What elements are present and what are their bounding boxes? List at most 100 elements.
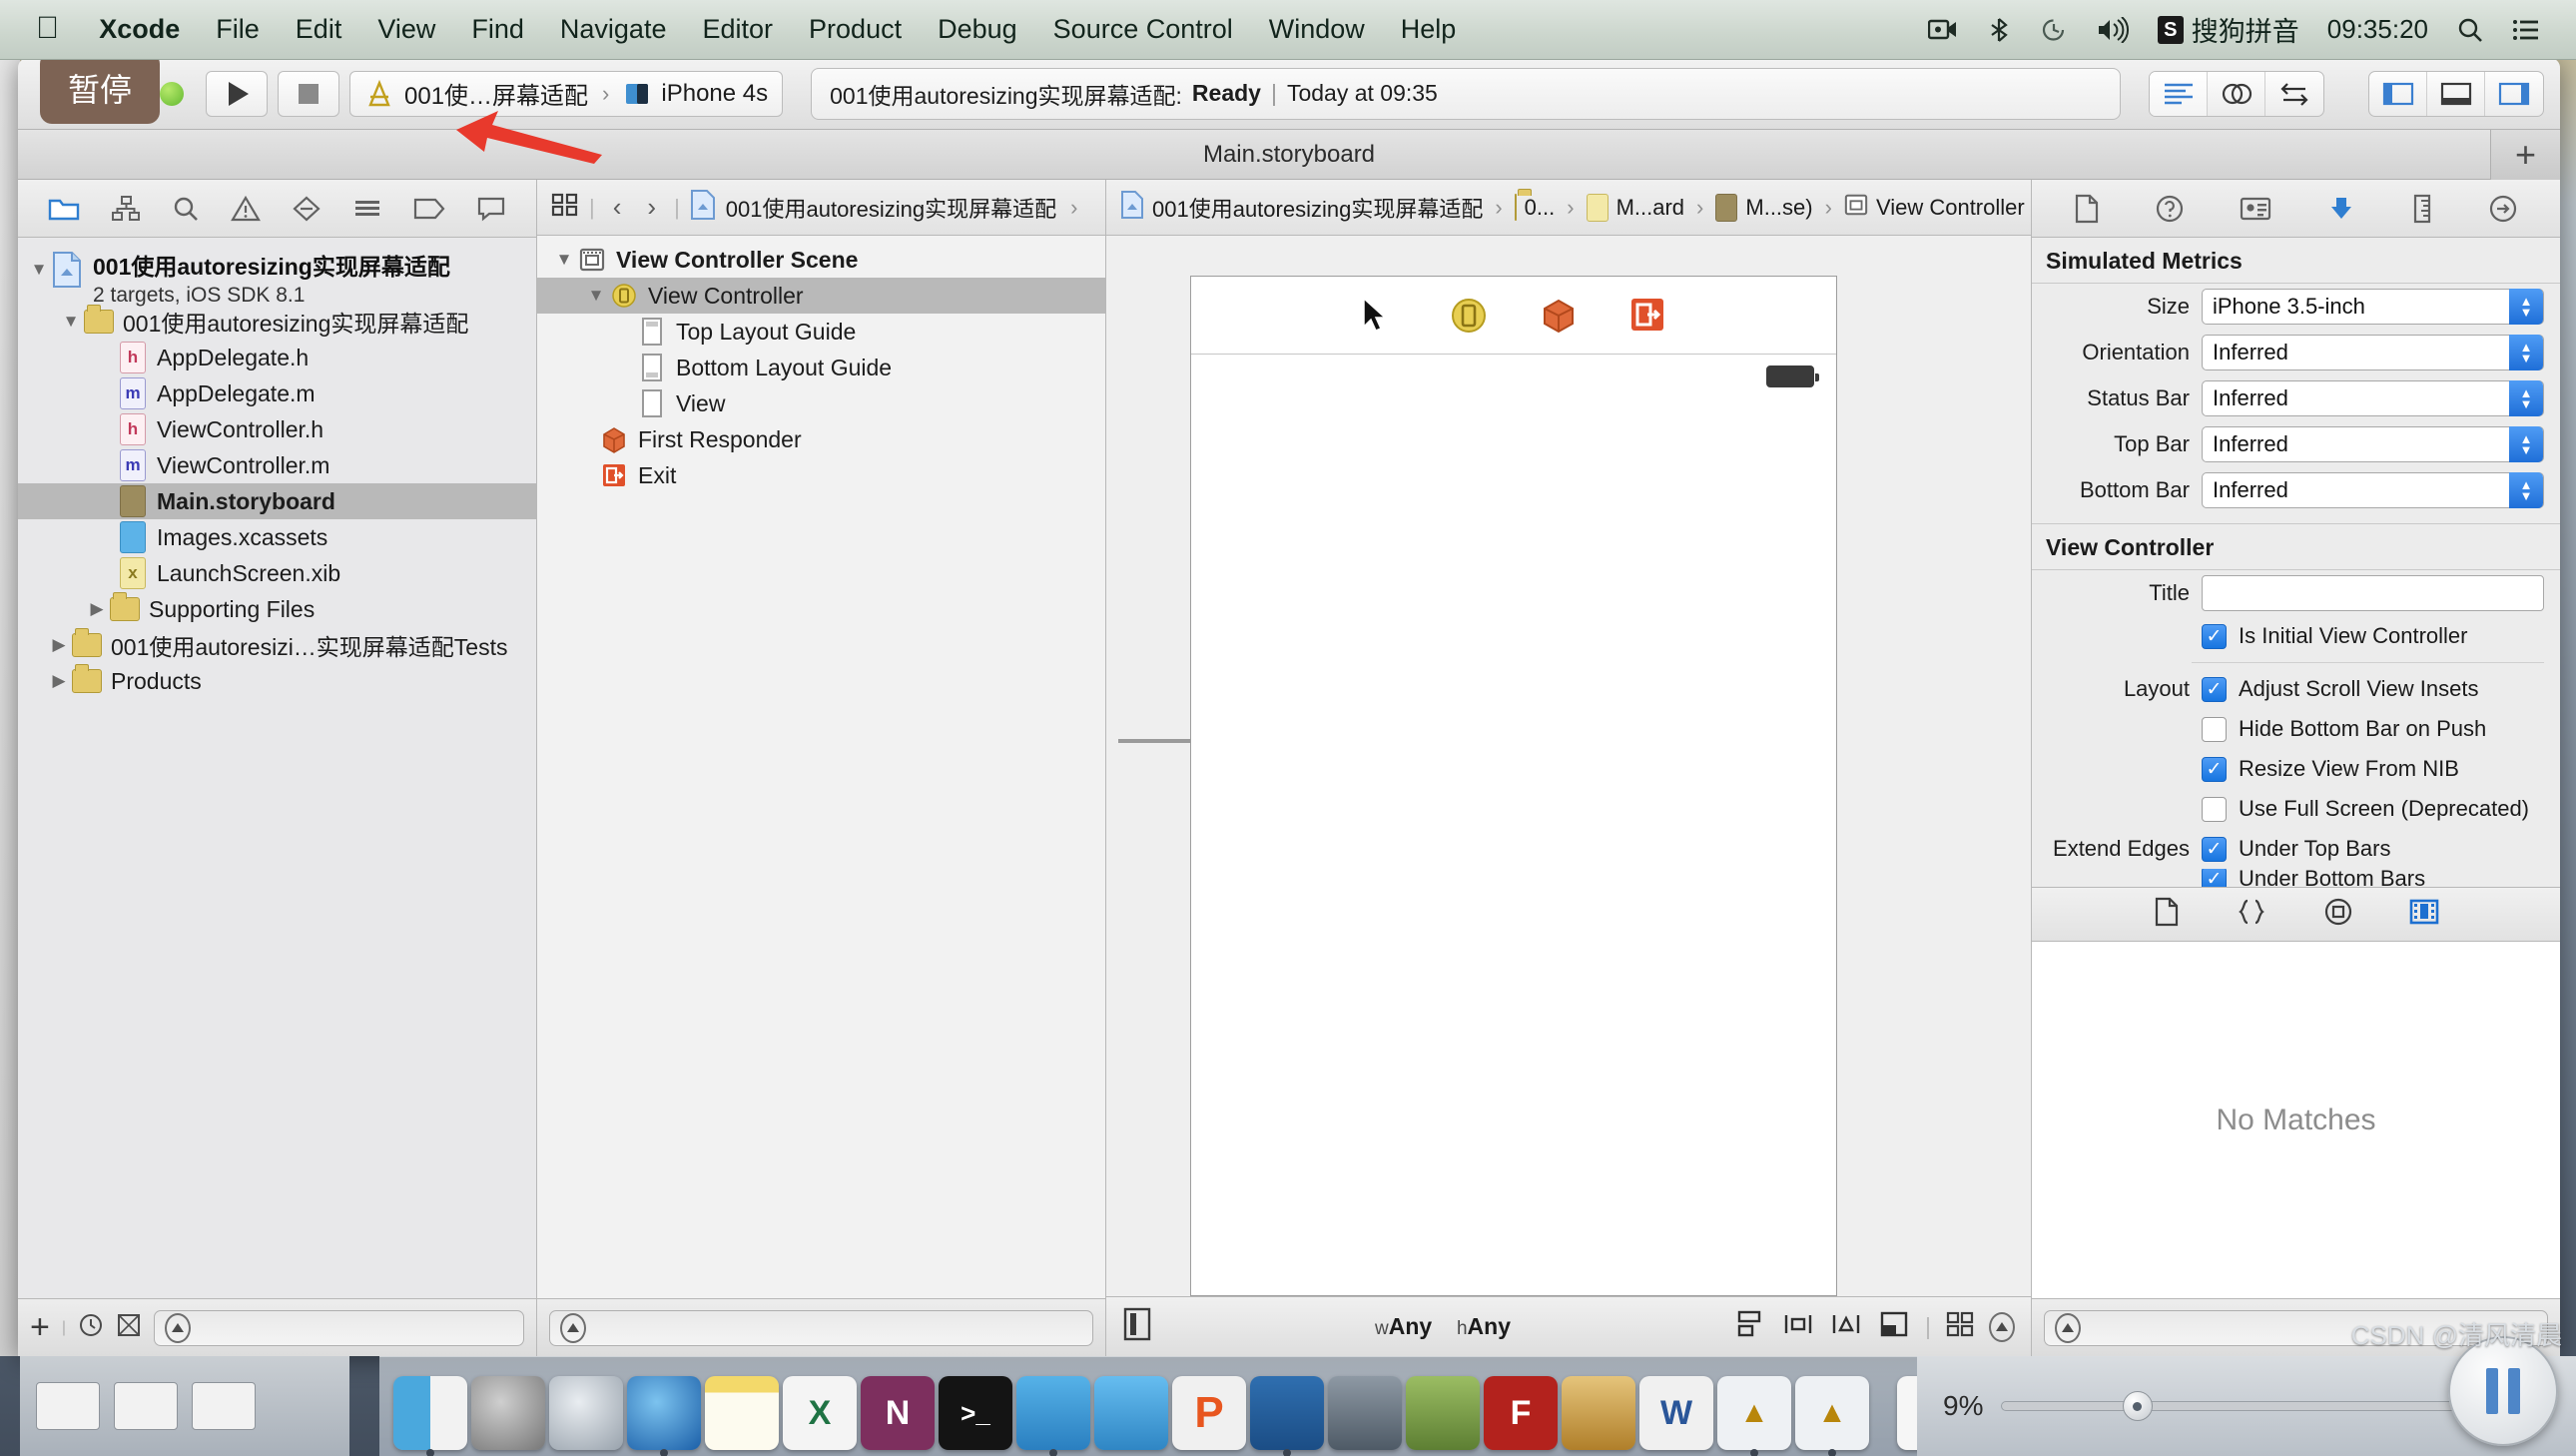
xcode-beta-icon[interactable]: ▲ [1795, 1376, 1869, 1456]
simulator-icon[interactable] [1094, 1376, 1168, 1450]
sketchup-icon[interactable] [1562, 1376, 1635, 1450]
project-root-row[interactable]: ▼ 001使用autoresizing实现屏幕适配 2 targets, iOS… [18, 244, 536, 307]
nav-row-group[interactable]: ▼ 001使用autoresizing实现屏幕适配 [18, 304, 536, 340]
outline-row-first-responder[interactable]: First Responder [537, 421, 1105, 457]
menu-item-help[interactable]: Help [1383, 14, 1475, 45]
word-icon[interactable]: W [1639, 1376, 1713, 1450]
device-preview-icon[interactable] [1122, 1307, 1152, 1347]
time-machine-icon[interactable] [2026, 16, 2082, 44]
finder-window-3[interactable] [192, 1382, 256, 1430]
issue-navigator-icon[interactable] [231, 195, 261, 223]
pause-overlay-button[interactable]: 暂停 [40, 58, 160, 124]
resizing-behavior-icon[interactable] [1877, 1309, 1911, 1345]
outline-filter-input[interactable] [549, 1309, 1093, 1346]
menu-item-find[interactable]: Find [453, 14, 542, 45]
debug-area-toggle-icon[interactable] [2427, 71, 2485, 116]
twisty-down-icon[interactable]: ▼ [58, 312, 84, 332]
twisty-right-icon[interactable]: ▶ [46, 671, 72, 691]
twisty-down-icon[interactable]: ▼ [26, 244, 52, 280]
garageband-icon[interactable] [1406, 1376, 1480, 1450]
under-top-bars-checkbox[interactable]: ✓ [2202, 836, 2227, 862]
xcode-icon[interactable] [1016, 1376, 1090, 1456]
stepper-icon[interactable]: ▲ ▼ [2509, 426, 2543, 462]
keynote-icon[interactable] [1250, 1376, 1324, 1456]
top-bar-popup[interactable]: Inferred ▲ ▼ [2202, 426, 2544, 462]
xcode-alt-icon[interactable]: ▲ [1717, 1376, 1791, 1456]
stepper-icon[interactable]: ▲ ▼ [2509, 380, 2543, 416]
stepper-icon[interactable]: ▲ ▼ [2509, 289, 2543, 325]
menu-item-product[interactable]: Product [791, 14, 920, 45]
is-initial-view-controller-checkbox[interactable]: ✓ [2202, 623, 2227, 649]
menu-item-window[interactable]: Window [1251, 14, 1383, 45]
menu-clock[interactable]: 09:35:20 [2313, 14, 2442, 45]
identity-inspector-icon[interactable] [2240, 195, 2271, 223]
volume-icon[interactable] [2082, 16, 2144, 43]
outline-row-bottom-layout-guide[interactable]: Bottom Layout Guide [537, 350, 1105, 385]
finder-window-1[interactable] [36, 1382, 100, 1430]
forward-icon[interactable]: › [639, 192, 664, 223]
terminal-icon[interactable]: >_ [939, 1376, 1012, 1450]
menu-item-navigate[interactable]: Navigate [542, 14, 685, 45]
add-file-button[interactable]: + [30, 1308, 50, 1347]
size-popup[interactable]: iPhone 3.5-inch ▲ ▼ [2202, 289, 2544, 325]
menu-item-view[interactable]: View [359, 14, 453, 45]
finder-icon[interactable] [393, 1376, 467, 1456]
stop-button[interactable] [278, 70, 339, 117]
outline-row-view[interactable]: View [537, 385, 1105, 421]
file-inspector-icon[interactable] [2074, 194, 2100, 224]
resolve-issues-icon[interactable] [1829, 1309, 1863, 1345]
view-controller-icon[interactable] [1450, 297, 1488, 335]
resize-view-from-nib-checkbox[interactable]: ✓ [2202, 756, 2227, 782]
exit-icon[interactable] [1629, 297, 1667, 335]
quick-help-icon[interactable] [2155, 194, 2185, 224]
twisty-right-icon[interactable]: ▶ [84, 599, 110, 619]
slider-knob[interactable] [2122, 1391, 2153, 1421]
run-button[interactable] [206, 70, 268, 117]
menu-item-xcode[interactable]: Xcode [81, 14, 198, 45]
finder-window-2[interactable] [114, 1382, 178, 1430]
clock-icon[interactable] [78, 1312, 104, 1343]
file-template-library-icon[interactable] [2154, 897, 2180, 932]
standard-editor-icon[interactable] [2150, 71, 2208, 116]
debug-navigator-icon[interactable] [352, 195, 382, 223]
breadcrumb-item-1[interactable]: 0... [1525, 195, 1556, 221]
nav-row-products[interactable]: ▶ Products [18, 663, 536, 699]
align-icon[interactable] [1733, 1309, 1767, 1345]
size-inspector-icon[interactable] [2411, 194, 2433, 224]
orientation-popup[interactable]: Inferred ▲ ▼ [2202, 335, 2544, 370]
view-controller-scene[interactable] [1190, 276, 1837, 1296]
menu-item-source-control[interactable]: Source Control [1035, 14, 1251, 45]
attributes-inspector-icon[interactable] [2326, 194, 2356, 224]
hide-bottom-bar-on-push-checkbox[interactable] [2202, 716, 2227, 742]
apple-logo-icon[interactable]:  [22, 10, 81, 50]
assistant-editor-icon[interactable] [2208, 71, 2265, 116]
under-bottom-bars-checkbox[interactable]: ✓ [2202, 869, 2227, 887]
menu-item-debug[interactable]: Debug [920, 14, 1035, 45]
filezilla-icon[interactable]: F [1484, 1376, 1558, 1450]
report-navigator-icon[interactable] [476, 196, 506, 222]
pause-recording-button[interactable] [2448, 1336, 2558, 1446]
twisty-right-icon[interactable]: ▶ [46, 635, 72, 655]
ime-indicator[interactable]: S 搜狗拼音 [2144, 10, 2313, 49]
pin-icon[interactable] [1781, 1309, 1815, 1345]
utilities-toggle-icon[interactable] [2485, 72, 2543, 116]
back-icon[interactable]: ‹ [605, 192, 630, 223]
breadcrumb-item-2[interactable]: M...ard [1616, 195, 1684, 221]
safari-icon[interactable] [627, 1376, 701, 1456]
imovie-icon[interactable] [1328, 1376, 1402, 1450]
breadcrumb-item-4[interactable]: View Controller Scene [1876, 195, 2031, 221]
menu-item-edit[interactable]: Edit [278, 14, 360, 45]
nav-row-images-xcassets[interactable]: Images.xcassets [18, 519, 536, 555]
menu-item-editor[interactable]: Editor [684, 14, 791, 45]
use-full-screen-checkbox[interactable] [2202, 796, 2227, 822]
vc-title-input[interactable] [2202, 575, 2544, 611]
navigator-toggle-icon[interactable] [2369, 71, 2427, 116]
screen-recording-icon[interactable] [1914, 17, 1972, 43]
project-navigator-icon[interactable] [48, 195, 80, 223]
nav-row-tests[interactable]: ▶ 001使用autoresizi…实现屏幕适配Tests [18, 627, 536, 663]
add-editor-button[interactable]: + [2490, 130, 2560, 180]
adjust-scroll-view-insets-checkbox[interactable]: ✓ [2202, 676, 2227, 702]
editor-mode-segment[interactable] [2149, 70, 2324, 117]
breadcrumb-item-0[interactable]: 001使用autoresizing实现屏幕适配 [1152, 192, 1483, 224]
outline-row-top-layout-guide[interactable]: Top Layout Guide [537, 314, 1105, 350]
